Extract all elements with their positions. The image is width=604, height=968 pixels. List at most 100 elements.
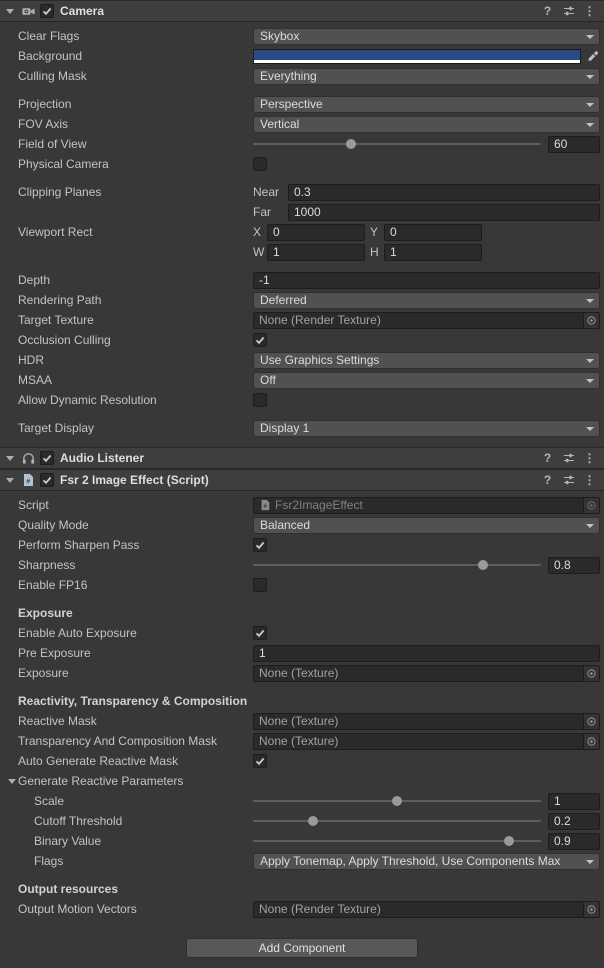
msaa-dropdown[interactable]: Off [253, 372, 600, 389]
transparency-mask-object-field[interactable]: None (Texture) [253, 733, 600, 750]
field-label: Target Texture [18, 313, 253, 327]
presets-icon[interactable] [560, 474, 577, 486]
foldout-arrow-icon[interactable] [6, 9, 14, 14]
pre-exposure-field[interactable]: 1 [253, 645, 600, 662]
viewport-y-field[interactable]: 0 [384, 224, 482, 241]
sharpness-value[interactable]: 0.8 [548, 557, 600, 574]
field-value-text: 0 [273, 225, 280, 239]
slider-knob[interactable] [478, 560, 488, 570]
object-picker-icon[interactable] [583, 734, 599, 749]
more-menu-icon[interactable]: ⋮ [581, 4, 598, 18]
fov-axis-dropdown[interactable]: Vertical [253, 116, 600, 133]
more-menu-icon[interactable]: ⋮ [581, 451, 598, 465]
physical-camera-checkbox[interactable] [253, 157, 267, 171]
camera-component-header[interactable]: Camera ? ⋮ [0, 0, 604, 22]
binary-value-value[interactable]: 0.9 [548, 833, 600, 850]
w-label[interactable]: W [253, 245, 267, 259]
projection-dropdown[interactable]: Perspective [253, 96, 600, 113]
row-script: Script # Fsr2ImageEffect [0, 496, 604, 514]
x-label[interactable]: X [253, 225, 267, 239]
audio-listener-enabled-checkbox[interactable] [40, 451, 54, 465]
field-label: Clear Flags [18, 29, 253, 43]
binary-value-slider[interactable] [253, 832, 541, 850]
object-picker-icon[interactable] [583, 714, 599, 729]
scale-value[interactable]: 1 [548, 793, 600, 810]
group-spacer [0, 87, 604, 95]
rendering-path-dropdown[interactable]: Deferred [253, 292, 600, 309]
audio-listener-component-header[interactable]: Audio Listener ? ⋮ [0, 447, 604, 469]
field-of-view-value[interactable]: 60 [548, 136, 600, 153]
background-color-field[interactable] [253, 49, 581, 64]
help-icon[interactable]: ? [539, 4, 556, 18]
cutoff-threshold-slider[interactable] [253, 812, 541, 830]
field-label: Generate Reactive Parameters [18, 774, 241, 788]
add-component-button[interactable]: Add Component [186, 938, 418, 958]
depth-field[interactable]: -1 [253, 272, 600, 289]
slider-knob[interactable] [504, 836, 514, 846]
row-exposure: Exposure None (Texture) [0, 664, 604, 682]
h-label[interactable]: H [370, 245, 384, 259]
target-texture-object-field[interactable]: None (Render Texture) [253, 312, 600, 329]
presets-icon[interactable] [560, 452, 577, 464]
row-viewport-rect-xy: Viewport Rect X 0 Y 0 [0, 223, 604, 241]
enable-auto-exposure-checkbox[interactable] [253, 626, 267, 640]
enable-fp16-checkbox[interactable] [253, 578, 267, 592]
occlusion-culling-checkbox[interactable] [253, 333, 267, 347]
clear-flags-dropdown[interactable]: Skybox [253, 28, 600, 45]
foldout-arrow-icon[interactable] [6, 456, 14, 461]
group-spacer [0, 263, 604, 271]
far-label[interactable]: Far [253, 205, 288, 219]
field-value-text: 1 [554, 794, 561, 808]
slider-knob[interactable] [346, 139, 356, 149]
object-picker-icon[interactable] [583, 498, 599, 513]
viewport-h-field[interactable]: 1 [384, 244, 482, 261]
viewport-x-field[interactable]: 0 [267, 224, 365, 241]
quality-mode-dropdown[interactable]: Balanced [253, 517, 600, 534]
row-generate-reactive-parameters[interactable]: Generate Reactive Parameters [0, 772, 604, 790]
foldout-arrow-icon[interactable] [8, 779, 16, 784]
y-label[interactable]: Y [370, 225, 384, 239]
foldout-arrow-icon[interactable] [6, 478, 14, 483]
slider-knob[interactable] [392, 796, 402, 806]
field-label: MSAA [18, 373, 253, 387]
alpha-bar [254, 60, 580, 63]
scale-slider[interactable] [253, 792, 541, 810]
field-label: Flags [18, 854, 253, 868]
field-label: Rendering Path [18, 293, 253, 307]
help-icon[interactable]: ? [539, 451, 556, 465]
flags-dropdown[interactable]: Apply Tonemap, Apply Threshold, Use Comp… [253, 853, 600, 870]
target-display-dropdown[interactable]: Display 1 [253, 420, 600, 437]
object-picker-icon[interactable] [583, 666, 599, 681]
near-label[interactable]: Near [253, 185, 288, 199]
presets-icon[interactable] [560, 5, 577, 17]
field-label: Cutoff Threshold [18, 814, 253, 828]
hdr-dropdown[interactable]: Use Graphics Settings [253, 352, 600, 369]
fsr2-enabled-checkbox[interactable] [40, 473, 54, 487]
near-field[interactable]: 0.3 [288, 184, 600, 201]
far-field[interactable]: 1000 [288, 204, 600, 221]
perform-sharpen-pass-checkbox[interactable] [253, 538, 267, 552]
field-of-view-slider[interactable] [253, 135, 541, 153]
allow-dynamic-resolution-checkbox[interactable] [253, 393, 267, 407]
reactive-mask-object-field[interactable]: None (Texture) [253, 713, 600, 730]
row-target-display: Target Display Display 1 [0, 419, 604, 437]
object-picker-icon[interactable] [583, 902, 599, 917]
cutoff-threshold-value[interactable]: 0.2 [548, 813, 600, 830]
viewport-w-field[interactable]: 1 [267, 244, 365, 261]
headphones-icon [20, 450, 36, 466]
culling-mask-dropdown[interactable]: Everything [253, 68, 600, 85]
row-projection: Projection Perspective [0, 95, 604, 113]
sharpness-slider[interactable] [253, 556, 541, 574]
auto-generate-reactive-mask-checkbox[interactable] [253, 754, 267, 768]
more-menu-icon[interactable]: ⋮ [581, 473, 598, 487]
fsr2-component-header[interactable]: # Fsr 2 Image Effect (Script) ? ⋮ [0, 469, 604, 491]
field-value-text: 0.8 [554, 558, 571, 572]
slider-knob[interactable] [308, 816, 318, 826]
help-icon[interactable]: ? [539, 473, 556, 487]
eyedropper-icon[interactable] [586, 49, 600, 64]
field-label: Exposure [18, 666, 253, 680]
camera-enabled-checkbox[interactable] [40, 4, 54, 18]
object-picker-icon[interactable] [583, 313, 599, 328]
exposure-object-field[interactable]: None (Texture) [253, 665, 600, 682]
output-motion-vectors-object-field[interactable]: None (Render Texture) [253, 901, 600, 918]
